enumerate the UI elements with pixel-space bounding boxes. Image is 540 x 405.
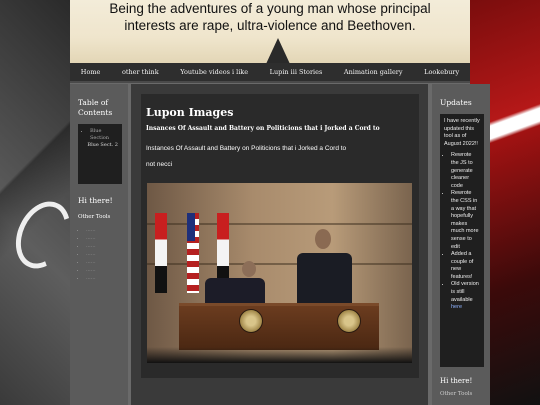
right-greeting: Hi there! bbox=[440, 377, 473, 385]
person-head bbox=[242, 261, 256, 277]
news-photo bbox=[147, 183, 412, 363]
toc-title: Table of Contents bbox=[78, 98, 113, 117]
flag bbox=[155, 213, 167, 293]
main-panel: Lupon Images Insances Of Assault and Bat… bbox=[141, 94, 419, 378]
toc-item-label[interactable]: Blue Section bbox=[90, 128, 109, 141]
toc-sub-item[interactable]: Blue Sect. 2 bbox=[82, 142, 118, 148]
update-item: Old version is still available bbox=[451, 281, 480, 304]
left-tools-title: Other Tools bbox=[78, 214, 111, 220]
tools-list-item[interactable]: ...... bbox=[86, 274, 128, 282]
update-item: Rewrote the JS to generate cleaner code bbox=[451, 152, 480, 190]
nav-lookebury[interactable]: Lookebury bbox=[424, 68, 459, 76]
podium-seal bbox=[337, 309, 361, 333]
old-version-link[interactable]: here bbox=[451, 304, 462, 310]
updates-list: Rewrote the JS to generate cleaner code … bbox=[444, 152, 480, 304]
banner-spire-graphic bbox=[266, 38, 290, 63]
updates-intro: I have recently updated this tool as of … bbox=[444, 118, 480, 147]
page-body-text: Instances Of Assault and Battery on Poli… bbox=[146, 145, 347, 168]
left-greeting: Hi there! bbox=[78, 196, 113, 205]
banner-tagline: Being the adventures of a young man whos… bbox=[109, 1, 431, 33]
person-figure bbox=[297, 253, 352, 308]
right-tools-title: Other Tools bbox=[440, 391, 473, 397]
tools-list-item[interactable]: ...... bbox=[86, 234, 128, 242]
right-sidebar: Updates I have recently updated this too… bbox=[432, 84, 490, 405]
toc-box: Blue Section Blue Sect. 2 bbox=[78, 124, 122, 184]
tools-list-item[interactable]: ...... bbox=[86, 242, 128, 250]
left-tools-list: ...... ...... ...... ...... ...... .....… bbox=[86, 226, 128, 282]
nav-youtube-videos[interactable]: Youtube videos i like bbox=[180, 68, 248, 76]
toc-item[interactable]: Blue Section bbox=[90, 128, 118, 142]
main-content-area: Lupon Images Insances Of Assault and Bat… bbox=[131, 84, 428, 405]
left-sidebar: Table of Contents Blue Section Blue Sect… bbox=[70, 84, 128, 405]
page-subtitle: Insances Of Assault and Battery on Polit… bbox=[146, 125, 380, 132]
podium-seal bbox=[239, 309, 263, 333]
background-left bbox=[0, 0, 70, 405]
update-item: Added a couple of new features! bbox=[451, 251, 480, 281]
tools-list-item[interactable]: ...... bbox=[86, 250, 128, 258]
flag bbox=[187, 213, 199, 293]
nav-home[interactable]: Home bbox=[81, 68, 101, 76]
nav-lupin-stories[interactable]: Lupin iii Stories bbox=[270, 68, 323, 76]
page-title: Lupon Images bbox=[146, 106, 234, 119]
tools-list-item[interactable]: ...... bbox=[86, 226, 128, 234]
header-banner: Being the adventures of a young man whos… bbox=[70, 0, 470, 63]
tools-list-item[interactable]: ...... bbox=[86, 258, 128, 266]
person-head bbox=[315, 229, 331, 249]
updates-title: Updates bbox=[440, 98, 472, 107]
photo-foreground-shadow bbox=[147, 347, 412, 363]
updates-box: I have recently updated this tool as of … bbox=[440, 114, 484, 367]
nav-other-think[interactable]: other think bbox=[122, 68, 159, 76]
nav-animation-gallery[interactable]: Animation gallery bbox=[344, 68, 403, 76]
update-item: Rewrote the CSS in a way that hopefully … bbox=[451, 190, 480, 251]
tools-list-item[interactable]: ...... bbox=[86, 266, 128, 274]
main-nav: Home other think Youtube videos i like L… bbox=[70, 63, 470, 83]
